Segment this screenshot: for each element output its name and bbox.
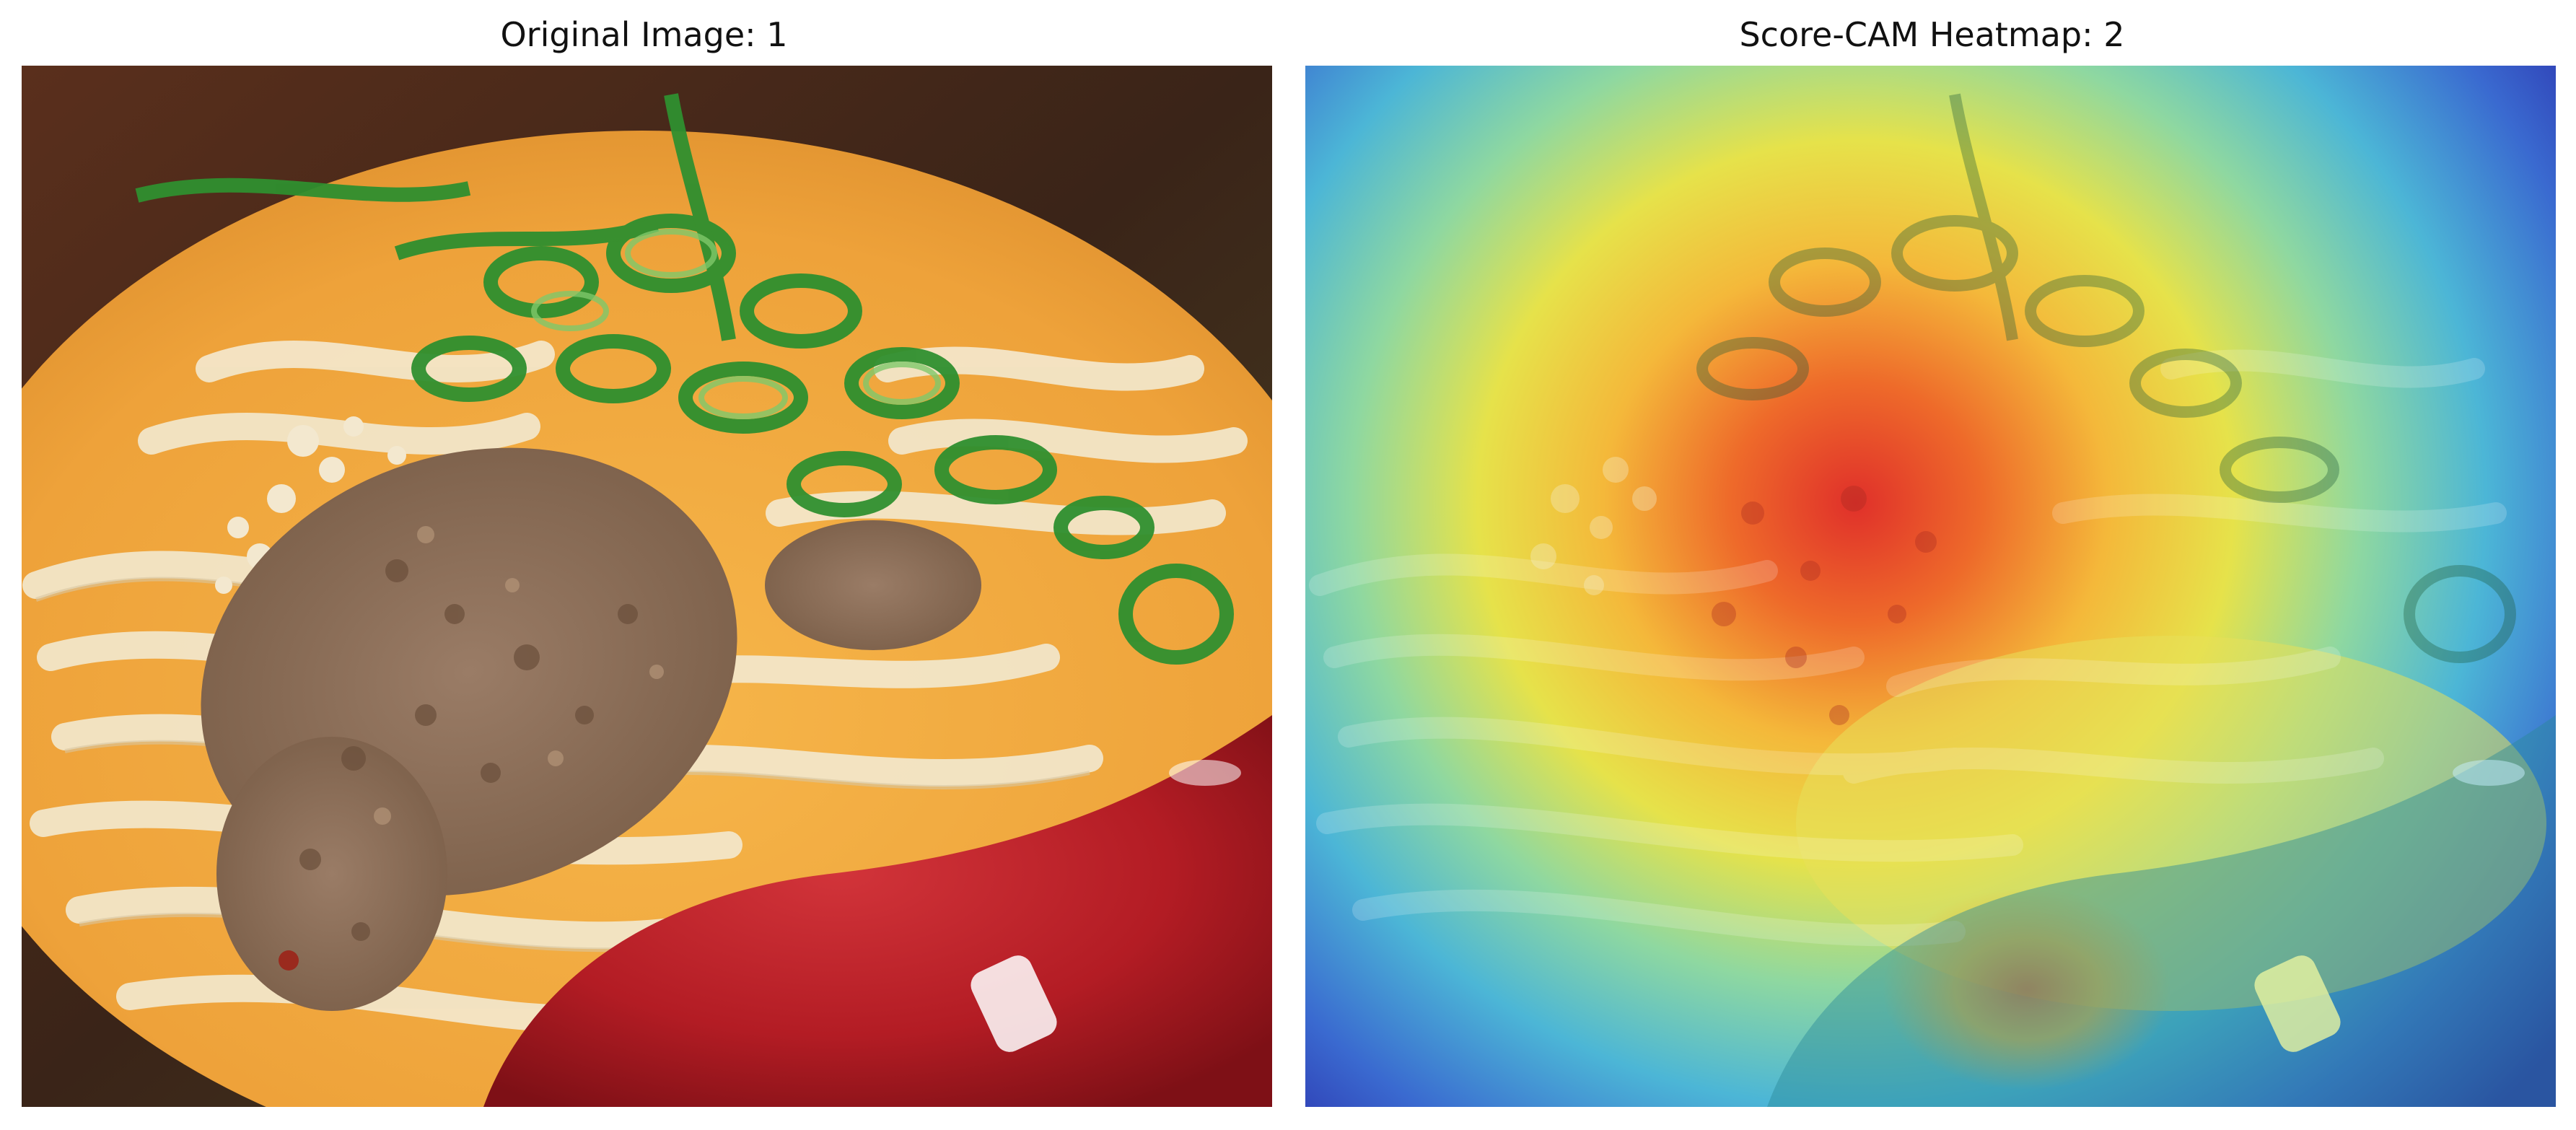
original-image-panel: Original Image: 1 [0,0,1288,1130]
heatmap-panel: Score-CAM Heatmap: 2 [1288,0,2576,1130]
heatmap-title: Score-CAM Heatmap: 2 [1739,15,2125,54]
original-image [22,66,1272,1107]
noodle-bowl-photo [22,66,1272,1107]
original-image-title: Original Image: 1 [500,15,788,54]
heatmap-overlay-photo [1305,66,2556,1107]
score-cam-heatmap-image [1305,66,2556,1107]
